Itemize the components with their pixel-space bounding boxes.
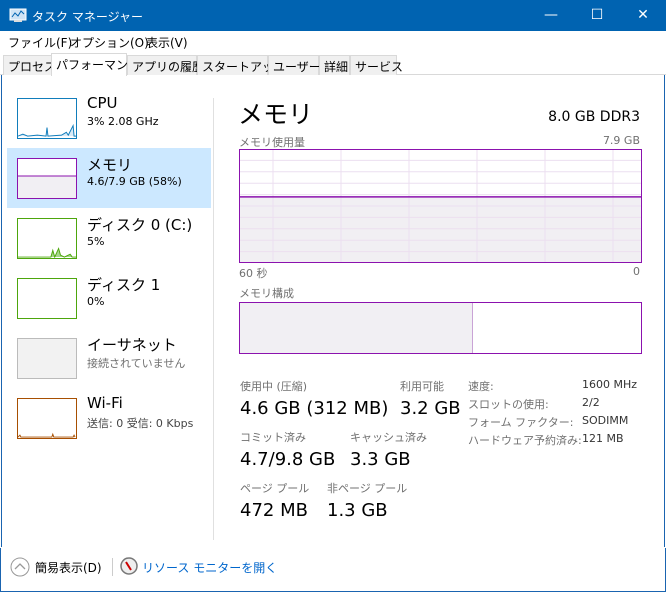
footer-divider (112, 558, 113, 576)
sidebar-item-value: 接続されていません (87, 357, 186, 370)
chevron-up-icon[interactable] (10, 557, 30, 577)
hardware-reserved-value: 121 MB (582, 432, 624, 445)
hardware-reserved-label: ハードウェア予約済み: (468, 434, 582, 447)
tab-bar: プロセス パフォーマンス アプリの履歴 スタートアップ ユーザー 詳細 サービス (0, 53, 666, 76)
menu-file[interactable]: ファイル(F) (8, 34, 72, 51)
fewer-details-button[interactable]: 簡易表示(D) (35, 559, 102, 576)
tab-startup[interactable]: スタートアップ (197, 55, 286, 75)
sidebar-item-label: ディスク 0 (C:) (87, 216, 193, 234)
tab-services[interactable]: サービス (350, 55, 403, 75)
sidebar-item-label: ディスク 1 (87, 276, 161, 294)
cached-value: 3.3 GB (350, 449, 411, 470)
available-label: 利用可能 (400, 380, 444, 393)
memory-spec: 8.0 GB DDR3 (548, 109, 640, 125)
page-title: メモリ (238, 100, 314, 129)
usage-graph-label: メモリ使用量 (239, 136, 305, 149)
speed-value: 1600 MHz (582, 378, 638, 391)
menu-bar: ファイル(F) オプション(O) 表示(V) (0, 31, 666, 52)
sidebar-item-disk-1[interactable]: ディスク 1 0% (7, 268, 211, 328)
committed-value: 4.7/9.8 GB (240, 449, 336, 470)
open-resource-monitor-link[interactable]: リソース モニターを開く (142, 559, 277, 576)
wifi-thumbnail-graph (17, 398, 77, 439)
cached-label: キャッシュ済み (350, 431, 427, 444)
sidebar-item-label: Wi-Fi (87, 394, 123, 412)
menu-view[interactable]: 表示(V) (146, 34, 188, 51)
tab-users[interactable]: ユーザー (268, 55, 321, 75)
memory-composition-bar (239, 302, 642, 354)
time-axis-end: 0 (633, 265, 640, 278)
time-axis-start: 60 秒 (239, 267, 268, 280)
slots-label: スロットの使用: (468, 398, 549, 411)
ethernet-thumbnail-graph (17, 338, 77, 379)
task-manager-icon (9, 8, 27, 22)
form-factor-label: フォーム ファクター: (468, 416, 574, 429)
in-use-value: 4.6 GB (312 MB) (240, 398, 389, 419)
sidebar-divider (213, 98, 214, 540)
tab-performance[interactable]: パフォーマンス (51, 53, 140, 76)
cpu-thumbnail-graph (17, 98, 77, 139)
sidebar-item-value: 送信: 0 受信: 0 Kbps (87, 417, 194, 430)
available-value: 3.2 GB (400, 398, 461, 419)
sidebar-item-label: イーサネット (87, 336, 177, 354)
nonpaged-pool-value: 1.3 GB (327, 500, 388, 521)
slots-value: 2/2 (582, 396, 600, 409)
sidebar-item-value: 0% (87, 295, 105, 308)
sidebar-item-value: 3% 2.08 GHz (87, 115, 159, 128)
minimize-button[interactable]: — (528, 0, 574, 31)
memory-usage-graph (239, 149, 642, 263)
maximize-button[interactable]: ☐ (574, 0, 620, 31)
sidebar-item-value: 4.6/7.9 GB (58%) (87, 175, 182, 188)
in-use-label: 使用中 (圧縮) (240, 380, 308, 393)
composition-in-use-segment (240, 303, 473, 353)
disk1-thumbnail-graph (17, 278, 77, 319)
paged-pool-label: ページ プール (240, 482, 310, 495)
tab-app-history[interactable]: アプリの履歴 (127, 55, 204, 75)
sidebar-item-memory[interactable]: メモリ 4.6/7.9 GB (58%) (7, 148, 211, 208)
committed-label: コミット済み (240, 431, 306, 444)
sidebar-item-disk-0[interactable]: ディスク 0 (C:) 5% (7, 208, 211, 268)
sidebar-item-value: 5% (87, 235, 105, 248)
disk0-thumbnail-graph (17, 218, 77, 259)
sidebar-item-ethernet[interactable]: イーサネット 接続されていません (7, 328, 211, 388)
usage-graph-max: 7.9 GB (602, 134, 640, 147)
footer: 簡易表示(D) リソース モニターを開く (0, 548, 666, 592)
form-factor-value: SODIMM (582, 414, 629, 427)
composition-label: メモリ構成 (239, 287, 294, 300)
usage-fill (239, 196, 642, 263)
nonpaged-pool-label: 非ページ プール (327, 482, 408, 495)
menu-options[interactable]: オプション(O) (70, 34, 149, 51)
memory-thumbnail-graph (17, 158, 77, 199)
close-button[interactable]: ✕ (620, 0, 666, 31)
paged-pool-value: 472 MB (240, 500, 308, 521)
sidebar-item-wifi[interactable]: Wi-Fi 送信: 0 受信: 0 Kbps (7, 388, 211, 448)
sidebar-item-label: CPU (87, 94, 118, 112)
tab-processes[interactable]: プロセス (3, 55, 56, 75)
resource-monitor-icon (120, 557, 138, 575)
title-bar: タスク マネージャー — ☐ ✕ (0, 0, 666, 31)
speed-label: 速度: (468, 380, 494, 393)
sidebar-item-cpu[interactable]: CPU 3% 2.08 GHz (7, 88, 211, 148)
sidebar-item-label: メモリ (87, 156, 133, 174)
tab-details[interactable]: 詳細 (319, 55, 350, 75)
performance-panel: CPU 3% 2.08 GHz メモリ 4.6/7.9 GB (58%) ディス… (1, 75, 665, 547)
window-title: タスク マネージャー (32, 10, 143, 24)
